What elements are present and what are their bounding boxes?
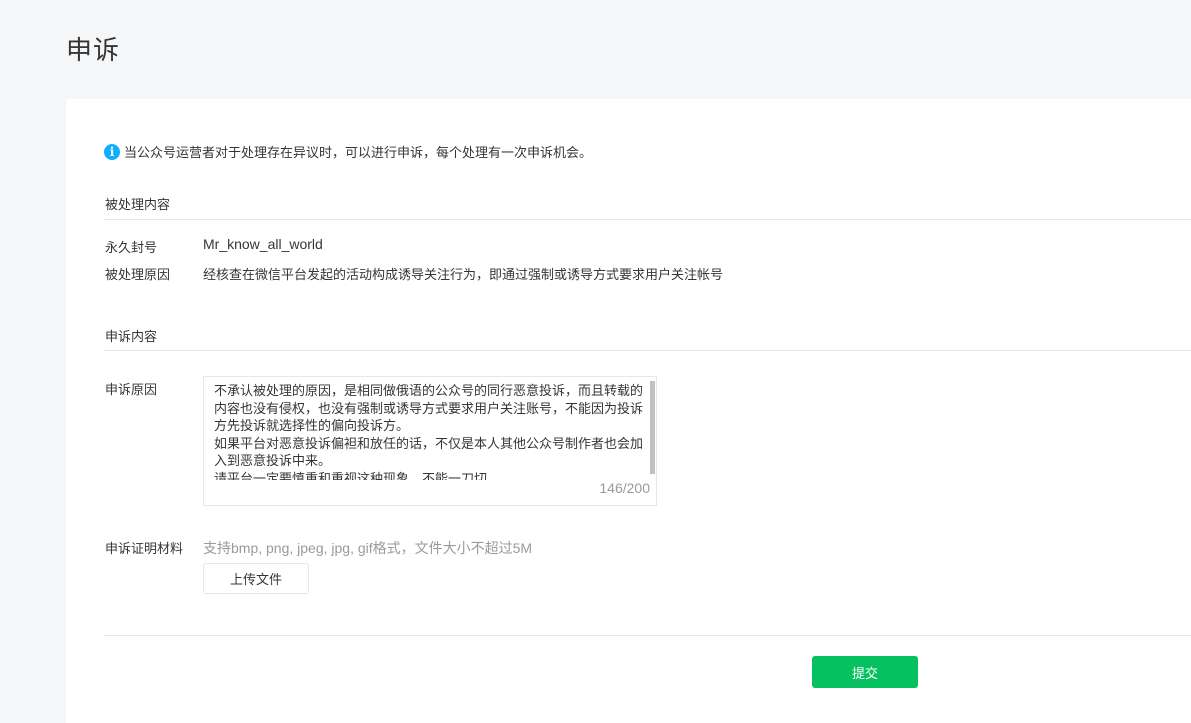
- evidence-hint: 支持bmp, png, jpeg, jpg, gif格式，文件大小不超过5M: [203, 540, 533, 556]
- appeal-section-title: 申诉内容: [105, 329, 158, 344]
- penalty-reason-text: 经核查在微信平台发起的活动构成诱导关注行为，即通过强制或诱导方式要求用户关注帐号: [203, 267, 724, 282]
- handled-section-divider: [104, 219, 1191, 220]
- appeal-section-divider: [104, 350, 1191, 351]
- appeal-reason-label: 申诉原因: [105, 382, 158, 397]
- textarea-scrollbar[interactable]: [650, 381, 655, 474]
- appeal-reason-text[interactable]: 不承认被处理的原因，是相同做俄语的公众号的同行恶意投诉，而且转载的内容也没有侵权…: [214, 382, 646, 480]
- evidence-label: 申诉证明材料: [105, 541, 184, 556]
- upload-file-button[interactable]: 上传文件: [203, 563, 309, 594]
- penalty-reason-label: 被处理原因: [105, 267, 171, 282]
- notice-banner: i 当公众号运营者对于处理存在异议时，可以进行申诉，每个处理有一次申诉机会。: [104, 142, 592, 161]
- footer-divider: [104, 635, 1191, 636]
- notice-text: 当公众号运营者对于处理存在异议时，可以进行申诉，每个处理有一次申诉机会。: [124, 145, 593, 160]
- appeal-reason-textarea[interactable]: 不承认被处理的原因，是相同做俄语的公众号的同行恶意投诉，而且转载的内容也没有侵权…: [203, 376, 657, 506]
- submit-button[interactable]: 提交: [812, 656, 918, 688]
- handled-section-title: 被处理内容: [105, 197, 171, 212]
- account-name: Mr_know_all_world: [203, 236, 323, 252]
- appeal-card: i 当公众号运营者对于处理存在异议时，可以进行申诉，每个处理有一次申诉机会。 被…: [66, 99, 1191, 723]
- penalty-type-label: 永久封号: [105, 240, 158, 255]
- page-title: 申诉: [66, 35, 121, 65]
- char-counter: 146/200: [599, 480, 650, 496]
- info-icon: i: [104, 143, 120, 160]
